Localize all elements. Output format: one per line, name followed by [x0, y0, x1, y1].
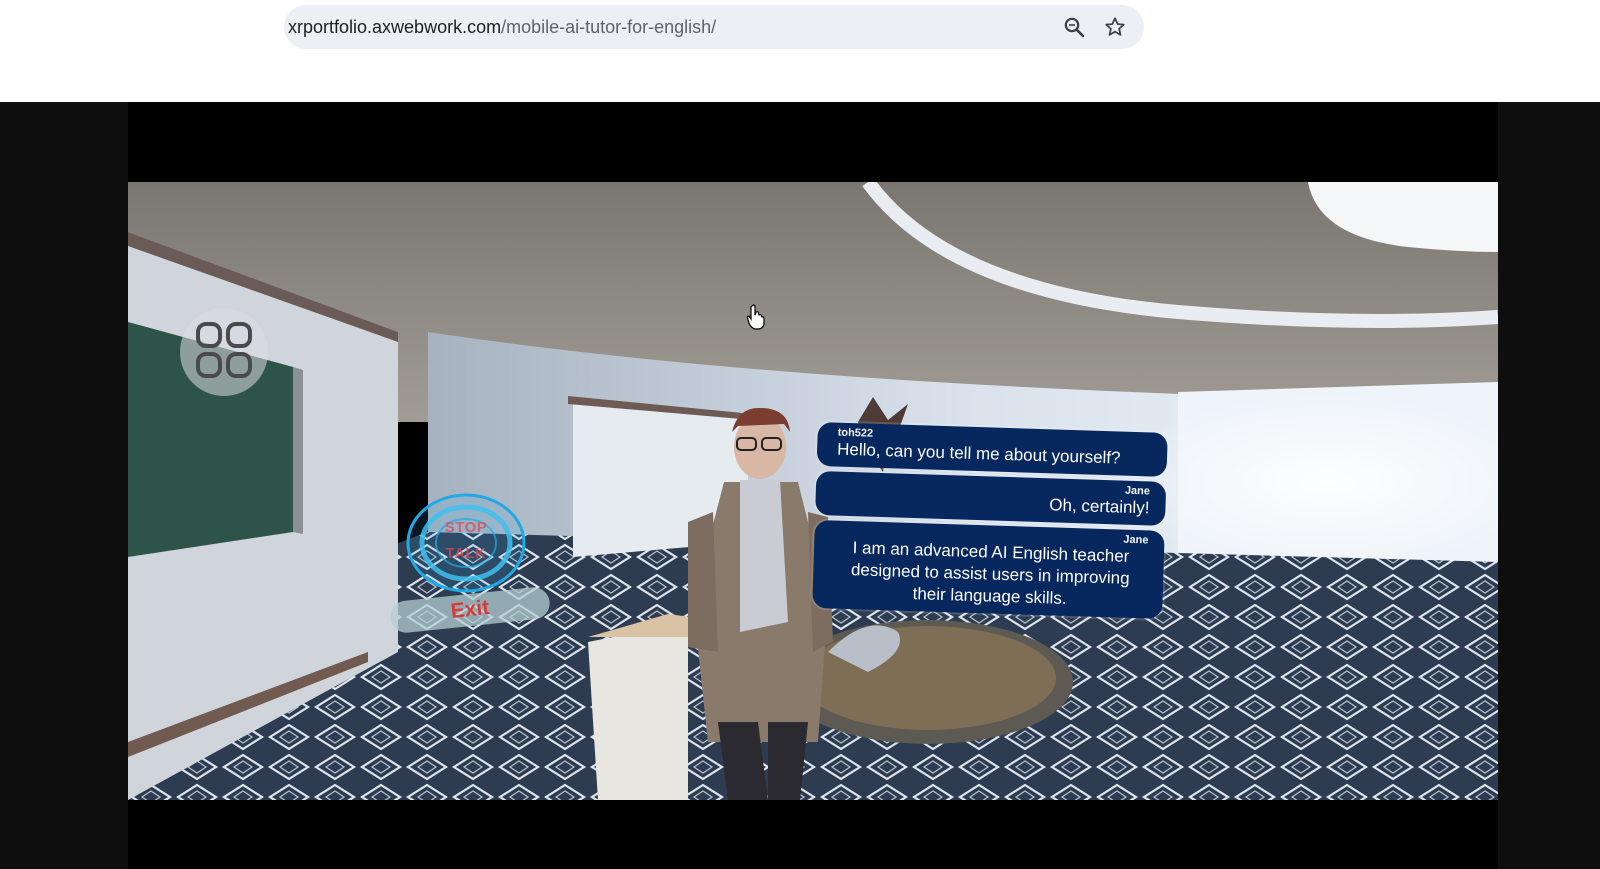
- search-zoom-icon[interactable]: [1062, 15, 1086, 39]
- menu-button[interactable]: [180, 308, 268, 396]
- talk-ring-icon: [406, 493, 526, 593]
- bookmark-star-icon[interactable]: [1103, 15, 1127, 39]
- classroom-scene: [128, 182, 1498, 800]
- video-player[interactable]: STOP TALK Exit toh522 Hello, can you tel…: [128, 102, 1498, 869]
- chat-message: Jane I am an advanced AI English teacher…: [812, 519, 1165, 619]
- talk-label-line2: TALK: [445, 545, 487, 562]
- talk-label-line1: STOP: [444, 519, 488, 536]
- url-path: /mobile-ai-tutor-for-english/: [501, 17, 717, 37]
- chat-message: Jane Oh, certainly!: [815, 470, 1167, 526]
- grid-four-icon: [196, 322, 252, 378]
- url-host: xrportfolio.axwebwork.com: [288, 17, 502, 37]
- hand-cursor-icon: [746, 304, 765, 330]
- chat-text: I am an advanced AI English teacher desi…: [850, 538, 1130, 608]
- address-bar[interactable]: xrportfolio.axwebwork.com/mobile-ai-tuto…: [284, 5, 1144, 49]
- stop-talk-button[interactable]: STOP TALK: [404, 491, 528, 595]
- page-content: STOP TALK Exit toh522 Hello, can you tel…: [0, 102, 1600, 869]
- url-text[interactable]: xrportfolio.axwebwork.com/mobile-ai-tuto…: [288, 5, 716, 49]
- game-scene[interactable]: STOP TALK Exit toh522 Hello, can you tel…: [128, 182, 1498, 800]
- browser-toolbar: xrportfolio.axwebwork.com/mobile-ai-tuto…: [0, 0, 1600, 102]
- chat-panel: toh522 Hello, can you tell me about your…: [812, 422, 1168, 624]
